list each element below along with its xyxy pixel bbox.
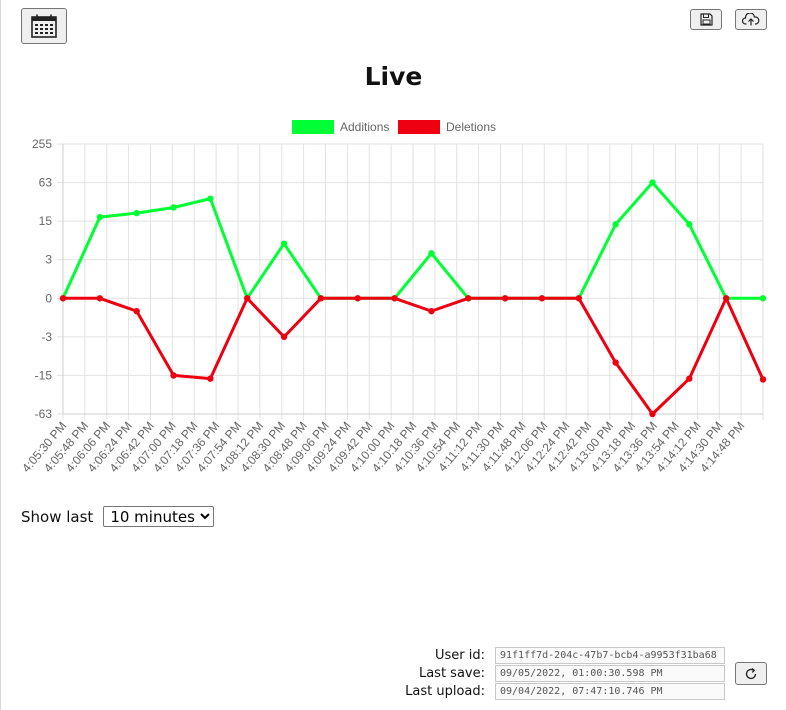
legend-label: Deletions <box>446 120 496 134</box>
show-last-control: Show last 10 minutes <box>21 506 215 527</box>
cloud-upload-icon <box>742 13 760 26</box>
data-point <box>686 221 693 228</box>
y-tick-label: -15 <box>35 368 53 382</box>
show-last-select[interactable]: 10 minutes <box>103 506 215 527</box>
y-tick-label: 0 <box>45 291 52 305</box>
data-point <box>428 250 435 257</box>
calendar-button[interactable] <box>21 8 67 44</box>
data-point <box>59 295 67 302</box>
data-point <box>170 204 177 211</box>
y-axis: 255 63 15 3 0 -3 -15 -63 <box>32 137 52 421</box>
user-id-label: User id: <box>434 648 485 663</box>
refresh-button[interactable] <box>735 662 767 685</box>
x-axis: 4:05:30 PM4:05:48 PM4:06:06 PM4:06:24 PM… <box>19 419 747 475</box>
data-point <box>207 195 214 202</box>
floppy-disk-icon <box>699 13 713 26</box>
data-point <box>96 213 104 221</box>
refresh-icon <box>745 667 757 679</box>
data-point <box>96 295 104 302</box>
calendar-icon <box>31 14 57 38</box>
last-save-field: 09/05/2022, 01:00:30.598 PM <box>495 665 725 682</box>
last-upload-label: Last upload: <box>405 684 485 699</box>
chart-legend: Additions Deletions <box>292 120 496 134</box>
last-save-label: Last save: <box>418 666 485 681</box>
page-title: Live <box>364 62 423 91</box>
user-id-row: User id: 91f1ff7d-204c-47b7-bcb4-a9953f3… <box>375 647 725 664</box>
last-save-row: Last save: 09/05/2022, 01:00:30.598 PM <box>375 665 725 682</box>
y-tick-label: -3 <box>41 330 52 344</box>
legend-swatch <box>398 120 440 134</box>
data-point <box>501 295 509 302</box>
data-point <box>133 209 140 217</box>
data-point <box>391 295 398 302</box>
data-point <box>612 221 619 228</box>
data-point <box>649 410 656 418</box>
y-tick-label: 255 <box>32 137 52 151</box>
data-point <box>354 295 361 302</box>
data-point <box>428 307 435 315</box>
show-last-label: Show last <box>21 507 94 526</box>
user-id-field: 91f1ff7d-204c-47b7-bcb4-a9953f31ba68 <box>495 647 725 664</box>
data-point <box>759 376 767 383</box>
last-upload-field: 09/04/2022, 07:47:10.746 PM <box>495 683 725 700</box>
data-point <box>538 295 546 302</box>
legend-label: Additions <box>340 120 389 134</box>
data-point <box>759 295 767 302</box>
legend-swatch <box>292 120 334 134</box>
data-point <box>207 375 214 382</box>
data-point <box>317 295 325 302</box>
data-point <box>280 240 288 247</box>
data-point <box>170 372 177 379</box>
data-point <box>612 359 619 366</box>
line-chart: 255 63 15 3 0 -3 -15 -63 4:05:30 PM4:05:48 PM4:… <box>19 120 767 475</box>
data-point <box>649 179 656 186</box>
data-point <box>280 333 288 341</box>
chart-grid <box>57 143 764 420</box>
data-point <box>465 295 472 302</box>
save-button[interactable] <box>690 9 722 30</box>
data-point <box>686 375 693 382</box>
data-point <box>722 295 730 302</box>
last-upload-row: Last upload: 09/04/2022, 07:47:10.746 PM <box>375 683 725 700</box>
y-tick-label: 3 <box>45 253 52 267</box>
y-tick-label: -63 <box>35 407 53 421</box>
data-point <box>244 295 251 302</box>
upload-button[interactable] <box>735 9 767 30</box>
y-tick-label: 15 <box>39 214 53 228</box>
data-point <box>575 295 582 302</box>
data-point <box>133 307 140 315</box>
y-tick-label: 63 <box>39 176 53 190</box>
